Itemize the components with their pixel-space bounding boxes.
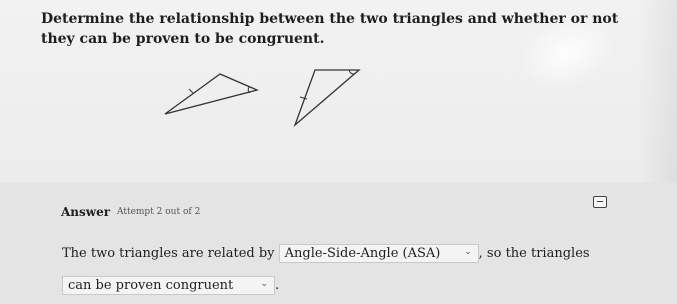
page: Determine the relationship between the t… — [0, 0, 677, 304]
relationship-select[interactable]: Angle-Side-Angle (ASA) ⌄ — [278, 244, 479, 263]
triangle-left — [164, 73, 259, 115]
relationship-select-value: Angle-Side-Angle (ASA) — [284, 246, 441, 261]
congruence-select[interactable]: can be proven congruent ⌄ — [62, 276, 275, 295]
triangle-right — [293, 69, 361, 128]
tick-mark-right — [299, 96, 308, 100]
sentence-end: . — [275, 278, 280, 293]
chevron-down-icon: ⌄ — [260, 279, 268, 289]
answer-sentence-line1: The two triangles are related by Angle-S… — [62, 244, 590, 263]
sentence-start: The two triangles are related by — [62, 246, 275, 261]
tick-mark-left — [188, 88, 194, 94]
answer-sentence-line2: can be proven congruent ⌄ . — [62, 276, 279, 295]
attempt-counter: Attempt 2 out of 2 — [117, 207, 201, 217]
triangle-figures — [164, 69, 361, 128]
sentence-mid: , so the triangles — [478, 246, 590, 261]
question-text: Determine the relationship between the t… — [41, 11, 619, 47]
chevron-down-icon: ⌄ — [464, 247, 472, 257]
congruence-select-value: can be proven congruent — [68, 278, 234, 293]
answer-label: Answer — [61, 205, 111, 219]
calculator-icon[interactable] — [593, 196, 607, 208]
